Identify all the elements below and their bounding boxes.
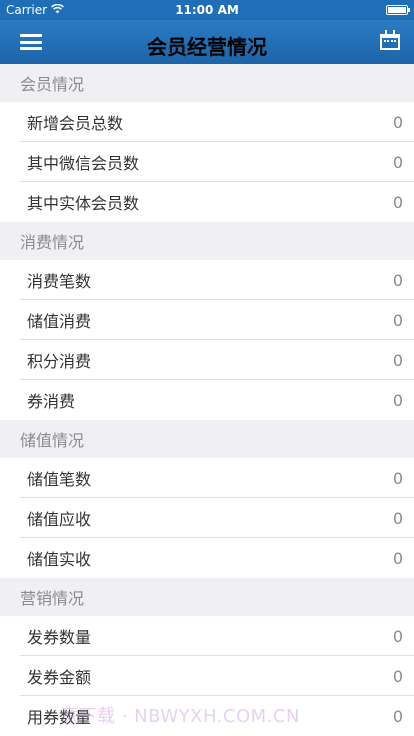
menu-icon[interactable] (20, 34, 42, 50)
list-item-value: 0 (392, 468, 403, 488)
list-item[interactable]: 储值消费 0 (0, 300, 414, 340)
list-item-value: 0 (392, 112, 403, 132)
list-item[interactable]: 其中微信会员数 0 (0, 142, 414, 182)
list-item-value: 0 (392, 192, 403, 212)
list-item[interactable]: 券消费 0 (0, 380, 414, 420)
section-header: 会员情况 (0, 64, 414, 102)
list-item[interactable]: 消费笔数 0 (0, 260, 414, 300)
list-item-label: 发券金额 (27, 668, 92, 687)
list-item-value: 0 (392, 548, 403, 568)
list-item-value: 0 (392, 508, 403, 528)
section-header: 储值情况 (0, 420, 414, 458)
navigation-bar (0, 20, 414, 64)
section-header: 营销情况 (0, 578, 414, 616)
section-rows: 消费笔数 0 储值消费 0 积分消费 0 券消费 0 (0, 260, 414, 420)
list-item[interactable]: 发券数量 0 (0, 616, 414, 656)
list-item[interactable]: 储值应收 0 (0, 498, 414, 538)
list-item-label: 其中微信会员数 (27, 154, 140, 173)
list-item-label: 新增会员总数 (27, 114, 124, 133)
list-item-label: 发券数量 (27, 628, 92, 647)
status-bar: Carrier 11:00 AM (0, 0, 414, 20)
report-list: 会员情况 新增会员总数 0 其中微信会员数 0 其中实体会员数 0 消费情况 消费笔数 0 储值消费… (0, 64, 414, 736)
list-item[interactable]: 储值实收 0 (0, 538, 414, 578)
list-item-label: 储值笔数 (27, 470, 92, 489)
section-header: 消费情况 (0, 222, 414, 260)
list-item[interactable]: 积分消费 0 (0, 340, 414, 380)
battery-icon (386, 5, 410, 15)
list-item[interactable]: 储值笔数 0 (0, 458, 414, 498)
list-item-value: 0 (392, 350, 403, 370)
list-item-value: 0 (392, 310, 403, 330)
list-item-label: 消费笔数 (27, 272, 92, 291)
list-item-label: 其中实体会员数 (27, 194, 140, 213)
list-item-label: 储值消费 (27, 312, 92, 331)
list-item-value: 0 (392, 152, 403, 172)
list-item-label: 积分消费 (27, 352, 92, 371)
list-item-label: 储值实收 (27, 550, 92, 569)
section-rows: 储值笔数 0 储值应收 0 储值实收 0 (0, 458, 414, 578)
list-item-value: 0 (392, 626, 403, 646)
status-time: 11:00 AM (175, 3, 239, 17)
section-rows: 新增会员总数 0 其中微信会员数 0 其中实体会员数 0 (0, 102, 414, 222)
list-item-label: 储值应收 (27, 510, 92, 529)
list-item[interactable]: 发券金额 0 (0, 656, 414, 696)
calendar-icon[interactable] (380, 30, 400, 50)
list-item-value: 0 (392, 390, 403, 410)
list-item-label: 券消费 (27, 392, 76, 411)
list-item[interactable]: 其中实体会员数 0 (0, 182, 414, 222)
list-item-value: 0 (392, 706, 403, 726)
watermark: 意下载 · NBWYXH.COM.CN (60, 706, 300, 727)
list-item-value: 0 (392, 270, 403, 290)
list-item[interactable]: 新增会员总数 0 (0, 102, 414, 142)
list-item-value: 0 (392, 666, 403, 686)
